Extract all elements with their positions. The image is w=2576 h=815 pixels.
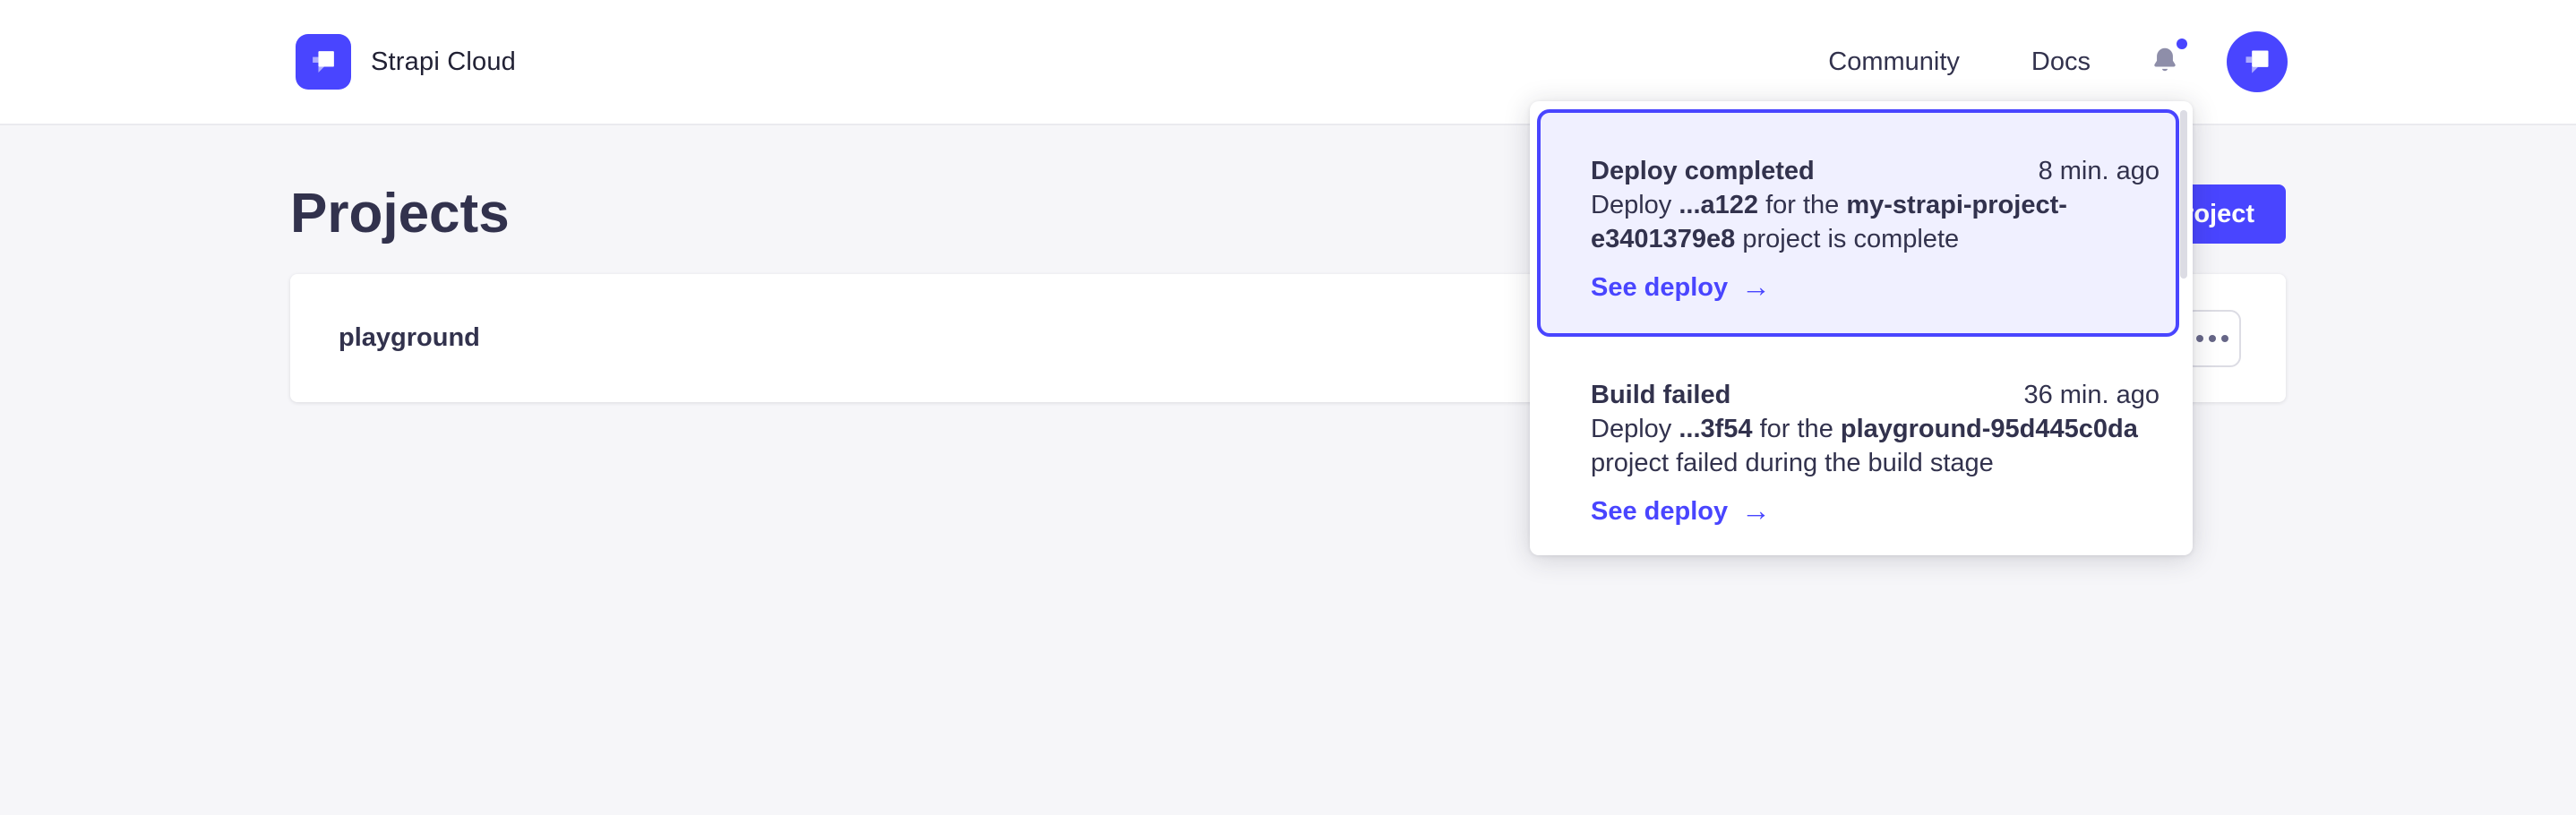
see-deploy-label: See deploy [1591, 270, 1728, 305]
notification-timestamp: 8 min. ago [2039, 154, 2160, 188]
ellipsis-icon [2209, 335, 2216, 342]
avatar-strapi-glyph-icon [2239, 44, 2275, 80]
brand-name: Strapi Cloud [371, 47, 516, 77]
see-deploy-link[interactable]: See deploy → [1591, 270, 1771, 305]
notification-title: Build failed [1591, 378, 1730, 412]
notification-header: Build failed 36 min. ago [1591, 378, 2160, 412]
bell-icon [2150, 45, 2180, 79]
notification-timestamp: 36 min. ago [2023, 378, 2160, 412]
nav-link-community[interactable]: Community [1828, 47, 1960, 77]
brand[interactable]: Strapi Cloud [296, 34, 516, 90]
strapi-logo-icon [296, 34, 351, 90]
notification-list: Deploy completed 8 min. ago Deploy ...a1… [1530, 109, 2193, 539]
project-name: playground [339, 323, 480, 353]
notification-item[interactable]: Deploy completed 8 min. ago Deploy ...a1… [1537, 109, 2179, 337]
unread-dot [2177, 39, 2187, 49]
notification-body: Deploy ...3f54 for the playground-95d445… [1591, 412, 2160, 480]
notifications-bell-button[interactable] [2150, 45, 2180, 79]
strapi-glyph-icon [306, 45, 340, 79]
avatar[interactable] [2227, 31, 2288, 92]
nav-link-docs[interactable]: Docs [2031, 47, 2091, 77]
see-deploy-label: See deploy [1591, 494, 1728, 528]
notification-body: Deploy ...a122 for the my-strapi-project… [1591, 188, 2160, 256]
ellipsis-icon [2196, 335, 2203, 342]
page-title: Projects [290, 183, 510, 245]
notification-title: Deploy completed [1591, 154, 1815, 188]
arrow-right-icon: → [1741, 270, 1771, 304]
scrollbar-thumb[interactable] [2180, 110, 2187, 279]
notifications-popover: Deploy completed 8 min. ago Deploy ...a1… [1530, 101, 2193, 555]
notification-item[interactable]: Build failed 36 min. ago Deploy ...3f54 … [1537, 344, 2179, 539]
see-deploy-link[interactable]: See deploy → [1591, 494, 1771, 528]
navbar-right: Community Docs [1828, 31, 2288, 92]
notification-header: Deploy completed 8 min. ago [1591, 154, 2160, 188]
ellipsis-icon [2221, 335, 2228, 342]
arrow-right-icon: → [1741, 493, 1771, 528]
